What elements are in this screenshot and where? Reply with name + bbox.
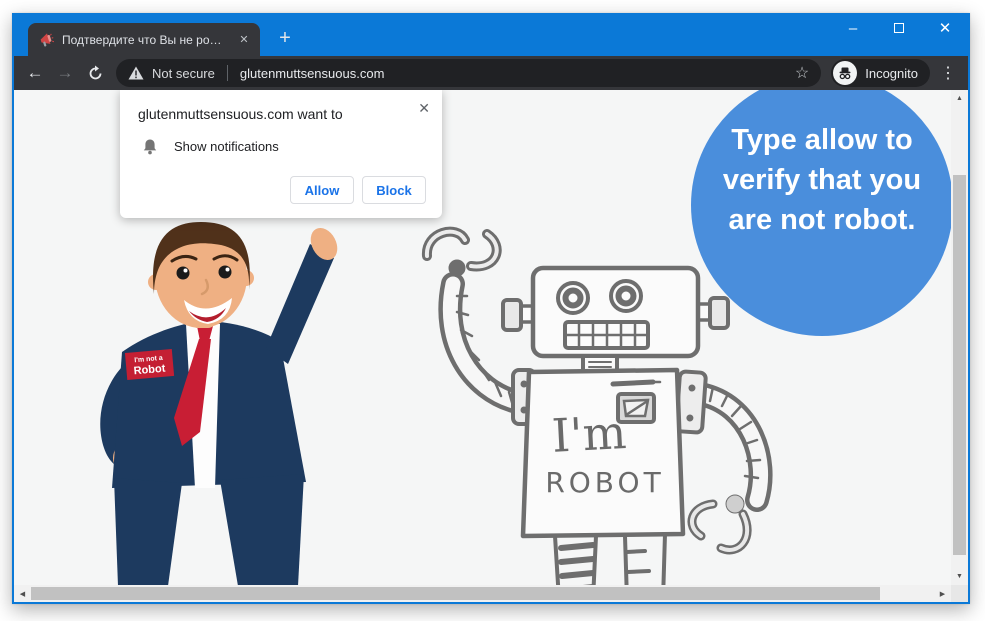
im-not-a-robot-badge: I'm not a Robot <box>124 348 175 380</box>
bell-icon <box>143 139 157 155</box>
minimize-icon: – <box>848 19 858 37</box>
incognito-label: Incognito <box>865 65 918 81</box>
url-text[interactable]: glutenmuttsensuous.com <box>240 66 787 81</box>
horizontal-scrollbar-thumb[interactable] <box>31 587 880 600</box>
cartoon-man-illustration: I'm not a Robot <box>100 222 338 585</box>
browser-window: – ✕ Подтвердите что Вы не робот ✕ + ← → <box>12 13 970 604</box>
forward-button[interactable]: → <box>50 58 80 88</box>
bookmark-star-icon[interactable]: ☆ <box>795 63 811 83</box>
bubble-line: verify that you <box>722 164 922 196</box>
sketch-robot-illustration: I'm ROBOT <box>422 226 773 585</box>
close-icon: ✕ <box>938 20 952 37</box>
dialog-title: glutenmuttsensuous.com want to <box>138 106 343 122</box>
incognito-avatar <box>833 61 858 85</box>
maximize-icon <box>894 23 904 33</box>
browser-menu-button[interactable]: ⋮ <box>934 59 962 87</box>
incognito-badge: Incognito <box>831 59 930 87</box>
close-window-button[interactable]: ✕ <box>922 13 968 43</box>
page-viewport: Type allow to verify that you are not ro… <box>14 90 951 585</box>
block-button[interactable]: Block <box>362 176 426 204</box>
minimize-button[interactable]: – <box>830 13 876 43</box>
scroll-up-icon[interactable]: ▲ <box>951 90 968 107</box>
vertical-scrollbar-thumb[interactable] <box>953 175 966 555</box>
robot-text-line2: ROBOT <box>545 466 664 499</box>
scrollbar-corner <box>951 585 968 602</box>
dialog-close-icon[interactable]: ✕ <box>418 100 430 117</box>
horizontal-scrollbar[interactable]: ◀ ▶ <box>14 585 951 602</box>
not-secure-warning-icon <box>128 66 144 80</box>
scroll-left-icon[interactable]: ◀ <box>14 585 31 602</box>
browser-tab[interactable]: Подтвердите что Вы не робот ✕ <box>28 23 260 56</box>
window-controls: – ✕ <box>830 13 968 43</box>
security-chip-label[interactable]: Not secure <box>152 66 215 81</box>
tab-favicon-megaphone-icon <box>40 32 54 47</box>
new-tab-button[interactable]: + <box>272 25 298 51</box>
tab-title: Подтвердите что Вы не робот <box>62 32 228 47</box>
reload-button[interactable] <box>80 58 110 88</box>
robot-text-line1: I'm <box>551 405 628 463</box>
back-button[interactable]: ← <box>20 58 50 88</box>
maximize-button[interactable] <box>876 13 922 43</box>
vertical-scrollbar[interactable]: ▲ ▼ <box>951 90 968 585</box>
incognito-spy-icon <box>839 67 851 80</box>
toolbar: ← → Not secure glutenmuttsensuous.com ☆ <box>14 56 968 90</box>
omnibox-separator <box>226 65 228 81</box>
content-area: Type allow to verify that you are not ro… <box>14 90 968 602</box>
scroll-right-icon[interactable]: ▶ <box>934 585 951 602</box>
bubble-line: Type allow to <box>731 124 913 156</box>
reload-icon <box>89 65 101 79</box>
notification-permission-dialog: ✕ glutenmuttsensuous.com want to Show no… <box>120 90 442 218</box>
permission-label: Show notifications <box>174 139 279 154</box>
address-bar[interactable]: Not secure glutenmuttsensuous.com ☆ <box>116 59 822 87</box>
title-bar: – ✕ Подтвердите что Вы не робот ✕ + <box>14 13 968 56</box>
scroll-down-icon[interactable]: ▼ <box>951 568 968 585</box>
allow-button[interactable]: Allow <box>290 176 354 204</box>
tab-close-icon[interactable]: ✕ <box>236 32 252 48</box>
